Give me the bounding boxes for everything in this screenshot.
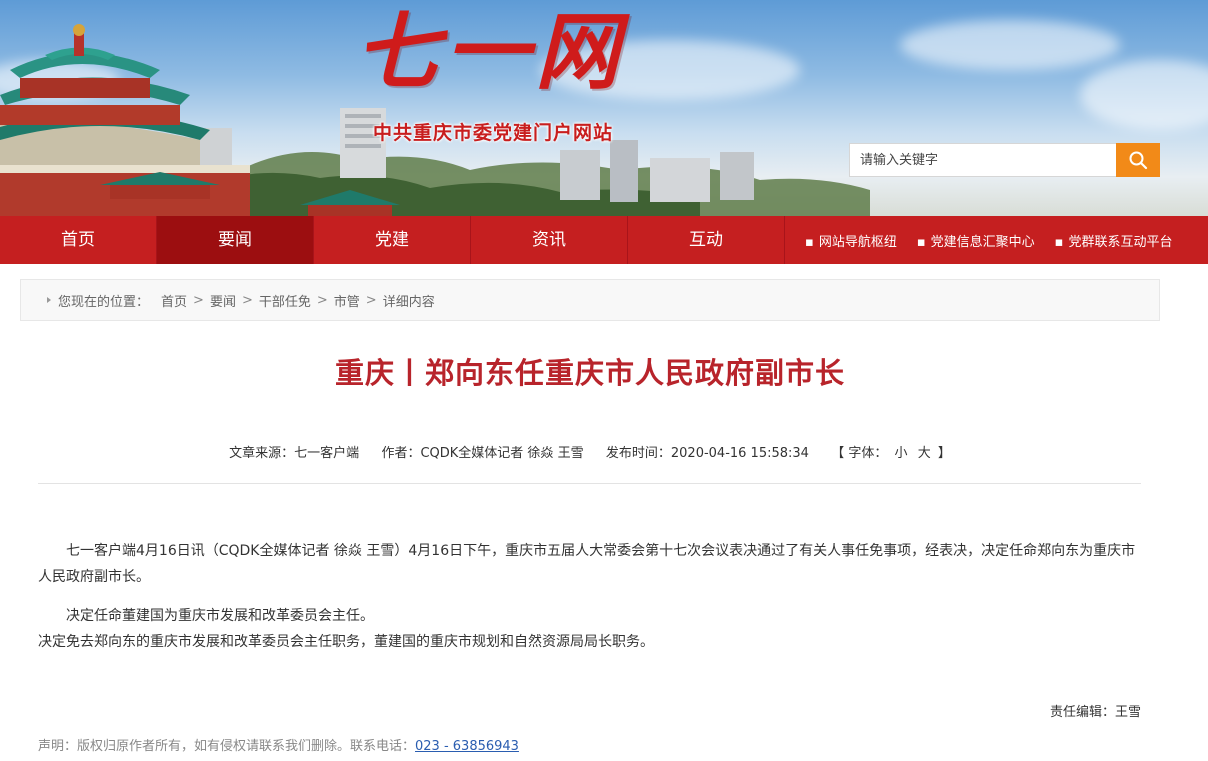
article-title: 重庆丨郑向东任重庆市人民政府副市长 [334, 356, 845, 390]
logo-text: 七一网 [355, 2, 626, 101]
font-size-small-button[interactable]: 小 [895, 446, 908, 461]
contact-phone-link[interactable]: 023 - 63856943 [415, 739, 519, 754]
search-icon [1129, 151, 1148, 170]
search-button[interactable] [1116, 143, 1160, 177]
editor-value: 王雪 [1114, 705, 1141, 720]
breadcrumb-separator: > [365, 292, 377, 308]
nav-item-home[interactable]: 首页 [0, 216, 157, 264]
bullet-icon: ▪ [1054, 234, 1064, 250]
breadcrumb-link-city-managed[interactable]: 市管 [334, 291, 360, 310]
article-paragraph: 决定任命董建国为重庆市发展和改革委员会主任。 [66, 608, 374, 624]
meta-divider [38, 483, 1141, 484]
article-paragraph: 七一客户端4月16日讯（CQDK全媒体记者 徐焱 王雪）4月16日下午，重庆市五… [38, 543, 1136, 585]
nav-link-interaction-platform[interactable]: ▪ 党群联系互动平台 [1055, 231, 1173, 250]
search-input[interactable] [849, 143, 1116, 177]
breadcrumb-label: 您现在的位置： [58, 294, 150, 310]
article-body: 七一客户端4月16日讯（CQDK全媒体记者 徐焱 王雪）4月16日下午，重庆市五… [38, 538, 1144, 668]
author-value: CQDK全媒体记者 徐焱 王雪 [420, 446, 584, 461]
breadcrumb-link-home[interactable]: 首页 [161, 291, 187, 310]
nav-link-info-center[interactable]: ▪ 党建信息汇聚中心 [917, 231, 1035, 250]
search-box [849, 143, 1160, 177]
logo-subtitle: 中共重庆市委党建门户网站 [373, 122, 614, 144]
nav-item-interaction[interactable]: 互动 [628, 216, 785, 264]
bullet-icon: ▪ [916, 234, 926, 250]
nav-link-label: 网站导航枢纽 [818, 234, 897, 250]
font-size-large-button[interactable]: 大 [918, 446, 931, 461]
author-label: 作者： [381, 446, 421, 461]
breadcrumb-arrow-icon [47, 297, 51, 303]
font-size-bracket-close: 】 [937, 446, 951, 461]
main-nav: 首页 要闻 党建 资讯 互动 ▪ 网站导航枢纽 ▪ 党建信息汇聚中心 ▪ 党群联系互动… [0, 216, 1208, 264]
nav-link-site-nav[interactable]: ▪ 网站导航枢纽 [805, 231, 897, 250]
breadcrumb-link-appointments[interactable]: 干部任免 [259, 291, 311, 310]
article-meta: 文章来源：七一客户端 作者：CQDK全媒体记者 徐焱 王雪 发布时间：2020-… [0, 442, 1180, 461]
statement-text: 声明：版权归原作者所有，如有侵权请联系我们删除。联系电话： [38, 739, 416, 754]
copyright-statement: 声明：版权归原作者所有，如有侵权请联系我们删除。联系电话：023 - 63856… [38, 735, 519, 754]
nav-link-label: 党群联系互动平台 [1068, 234, 1173, 250]
time-value: 2020-04-16 15:58:34 [670, 446, 809, 461]
nav-item-info[interactable]: 资讯 [471, 216, 628, 264]
nav-link-label: 党建信息汇聚中心 [930, 234, 1035, 250]
site-banner: 七一网 中共重庆市委党建门户网站 [0, 0, 1208, 216]
breadcrumb-separator: > [193, 292, 204, 308]
breadcrumb: 您现在的位置： 首页 > 要闻 > 干部任免 > 市管 > 详细内容 [20, 279, 1160, 321]
article-paragraph: 决定免去郑向东的重庆市发展和改革委员会主任职务，董建国的重庆市规划和自然资源局局… [38, 634, 654, 650]
nav-item-party-building[interactable]: 党建 [314, 216, 471, 264]
bullet-icon: ▪ [805, 234, 814, 250]
breadcrumb-separator: > [316, 292, 328, 308]
nav-item-news[interactable]: 要闻 [157, 216, 314, 264]
editor-label: 责任编辑： [1049, 705, 1115, 720]
font-size-label: 字体： [848, 446, 888, 461]
breadcrumb-link-news[interactable]: 要闻 [210, 291, 236, 310]
breadcrumb-link-detail[interactable]: 详细内容 [383, 291, 435, 310]
responsible-editor: 责任编辑：王雪 [0, 701, 1141, 720]
source-label: 文章来源： [229, 446, 295, 461]
nav-quick-links: ▪ 网站导航枢纽 ▪ 党建信息汇聚中心 ▪ 党群联系互动平台 [785, 216, 1192, 264]
font-size-bracket-open: 【 [831, 446, 845, 461]
site-logo[interactable]: 七一网 中共重庆市委党建门户网站 [355, 2, 655, 144]
breadcrumb-separator: > [241, 292, 253, 308]
time-label: 发布时间： [605, 446, 671, 461]
source-value: 七一客户端 [294, 446, 360, 461]
